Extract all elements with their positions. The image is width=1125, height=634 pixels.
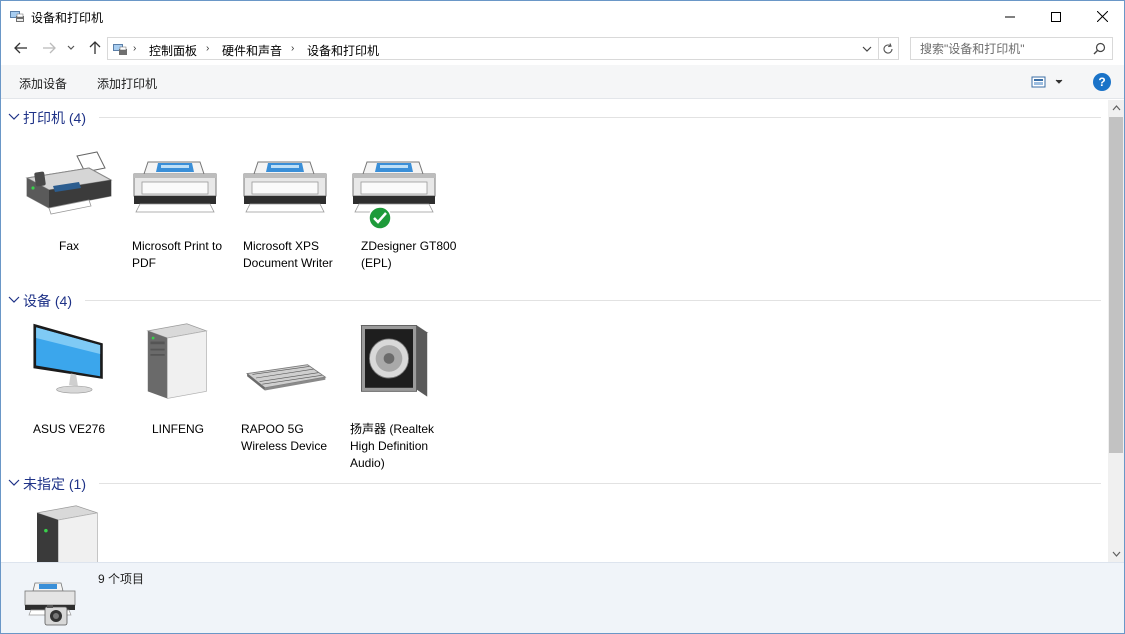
- group-title: 未指定 (1): [23, 476, 86, 492]
- scroll-down-button[interactable]: [1108, 546, 1124, 562]
- address-bar[interactable]: › 控制面板 › 硬件和声音 › 设备和打印机: [107, 37, 879, 60]
- group-header-unspecified[interactable]: 未指定 (1): [1, 474, 1101, 494]
- vertical-scrollbar[interactable]: [1108, 100, 1124, 562]
- device-label: ASUS VE276: [32, 422, 106, 436]
- search-box[interactable]: [910, 37, 1113, 60]
- window-title: 设备和打印机: [31, 11, 104, 25]
- printer-icon: [243, 161, 327, 213]
- close-icon: [1096, 11, 1108, 22]
- printer-icon: [133, 161, 217, 213]
- device-label: ZDesigner GT800 (EPL): [361, 239, 457, 270]
- breadcrumb-separator-icon[interactable]: ›: [291, 43, 294, 54]
- navigation-bar: › 控制面板 › 硬件和声音 › 设备和打印机: [1, 32, 1124, 64]
- fax-icon: [25, 151, 113, 215]
- printer-icon: [352, 161, 436, 230]
- group-divider: [85, 300, 1101, 301]
- devices-and-printers-window: 设备和打印机 › 控制面板 › 硬件和声音 › 设备和打印机 搜索"设备和打印机…: [0, 0, 1125, 634]
- maximize-button[interactable]: [1033, 1, 1079, 32]
- up-arrow-icon: [89, 41, 101, 54]
- device-label: Microsoft Print to PDF: [132, 239, 223, 270]
- back-button[interactable]: [11, 38, 31, 58]
- chevron-down-icon[interactable]: [8, 293, 20, 305]
- chevron-down-icon: [1112, 551, 1120, 557]
- address-dropdown-icon[interactable]: [861, 42, 873, 56]
- group-header-devices[interactable]: 设备 (4): [1, 291, 1101, 311]
- device-label: Microsoft XPS Document Writer: [243, 239, 333, 270]
- group-title: 设备 (4): [23, 293, 72, 309]
- device-label: 扬声器 (Realtek High Definition Audio): [350, 422, 435, 470]
- close-button[interactable]: [1079, 1, 1124, 32]
- title-bar: 设备和打印机: [1, 1, 1124, 32]
- breadcrumb-devices-printers[interactable]: 设备和打印机: [307, 42, 379, 59]
- breadcrumb-separator-icon: ›: [133, 43, 137, 54]
- group-header-printers[interactable]: 打印机 (4): [1, 108, 1101, 128]
- maximize-icon: [1051, 11, 1061, 22]
- minimize-button[interactable]: [987, 1, 1033, 32]
- add-device-button[interactable]: 添加设备: [19, 75, 67, 92]
- keyboard-icon: [246, 364, 327, 391]
- group-divider: [99, 483, 1101, 484]
- device-label: Fax: [58, 239, 79, 253]
- group-title: 打印机 (4): [23, 110, 86, 126]
- device-label: LINFENG: [151, 422, 204, 436]
- forward-button[interactable]: [39, 38, 59, 58]
- forward-arrow-icon: [43, 42, 56, 54]
- scroll-thumb[interactable]: [1109, 117, 1123, 453]
- breadcrumb-control-panel[interactable]: 控制面板: [149, 42, 197, 59]
- computer-tower-icon: [36, 505, 98, 562]
- device-list: 打印机 (4) Fax Microsoft Print to PDF Micro…: [1, 100, 1108, 562]
- breadcrumb-separator-icon[interactable]: ›: [206, 43, 209, 54]
- details-pane: 9 个项目: [1, 562, 1124, 633]
- default-printer-check-icon: [368, 206, 392, 230]
- recent-locations-button[interactable]: [64, 38, 78, 58]
- change-view-icon[interactable]: [1031, 76, 1065, 88]
- speaker-icon: [360, 325, 429, 397]
- scroll-up-button[interactable]: [1108, 100, 1124, 116]
- add-printer-button[interactable]: 添加打印机: [97, 75, 157, 92]
- refresh-icon: [883, 42, 893, 54]
- minimize-icon: [1005, 16, 1015, 17]
- up-button[interactable]: [85, 38, 105, 58]
- item-count: 9 个项目: [98, 572, 145, 586]
- back-arrow-icon: [14, 42, 27, 54]
- devices-printers-large-icon: [24, 582, 76, 626]
- chevron-down-icon[interactable]: [8, 110, 20, 122]
- search-icon[interactable]: [1093, 42, 1106, 55]
- refresh-button[interactable]: [878, 37, 899, 60]
- chevron-down-icon: [67, 45, 75, 50]
- chevron-up-icon: [1112, 105, 1120, 111]
- group-divider: [99, 117, 1101, 118]
- breadcrumb-hardware-sound[interactable]: 硬件和声音: [222, 42, 282, 59]
- help-button[interactable]: ?: [1093, 73, 1111, 91]
- devices-printers-app-icon: [10, 11, 24, 22]
- command-bar: 添加设备 添加打印机 ?: [1, 65, 1124, 99]
- monitor-icon: [33, 323, 103, 394]
- control-panel-icon: [113, 44, 127, 55]
- chevron-down-icon[interactable]: [8, 476, 20, 488]
- device-label: RAPOO 5G Wireless Device: [241, 422, 328, 453]
- computer-tower-icon: [146, 323, 208, 399]
- search-input[interactable]: [911, 38, 1091, 59]
